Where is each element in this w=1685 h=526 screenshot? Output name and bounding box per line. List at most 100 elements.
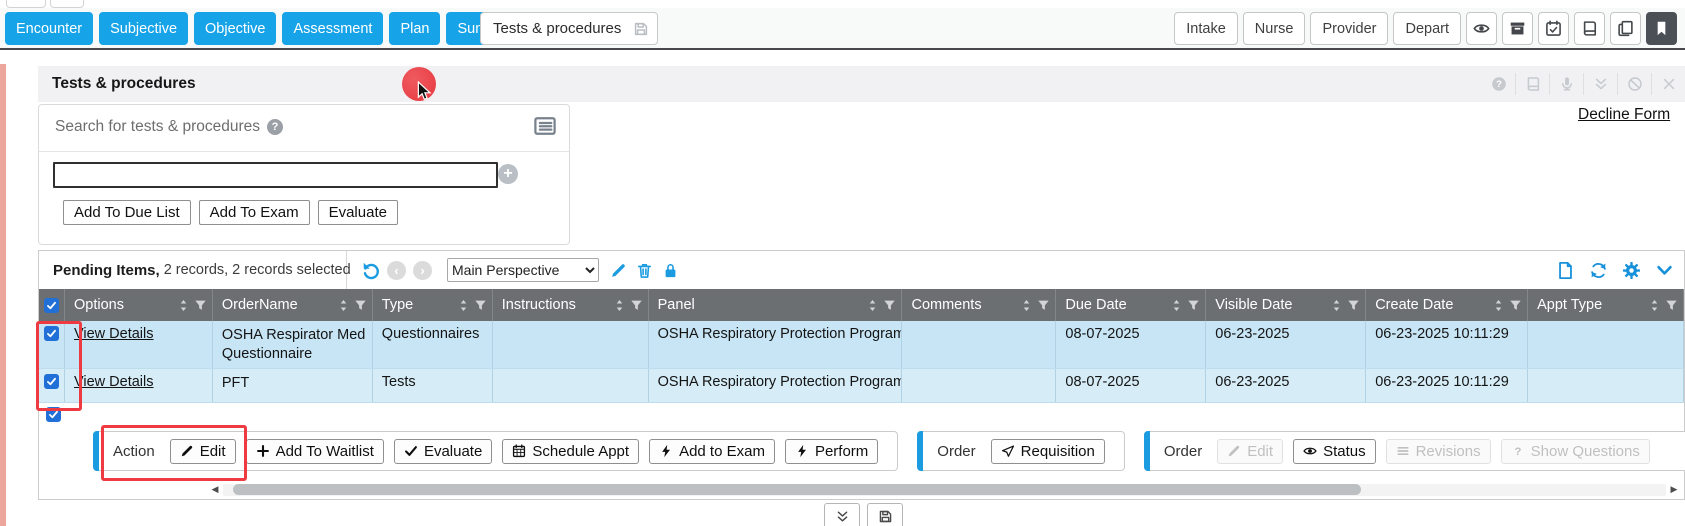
header-cell-type[interactable]: Type	[373, 289, 493, 321]
filter-icon[interactable]	[474, 299, 487, 312]
save-icon[interactable]	[633, 21, 649, 37]
view-details-link[interactable]: View Details	[74, 326, 154, 342]
stage-button-depart[interactable]: Depart	[1393, 12, 1461, 45]
add-to-exam-button[interactable]: Add To Exam	[199, 200, 310, 225]
filter-icon[interactable]	[1347, 299, 1360, 312]
edit-perspective-icon[interactable]	[610, 262, 627, 279]
gear-icon[interactable]	[1622, 261, 1641, 280]
close-icon[interactable]	[1651, 73, 1685, 95]
scrollbar-thumb[interactable]	[233, 484, 1361, 495]
nav-button-encounter[interactable]: Encounter	[5, 12, 93, 45]
save-bottom-button[interactable]	[867, 503, 903, 526]
active-form-tab[interactable]: Tests & procedures	[480, 12, 658, 45]
footer-select-checkbox[interactable]	[46, 407, 61, 422]
disable-icon[interactable]	[1617, 73, 1651, 95]
archive-box-button[interactable]	[1502, 12, 1533, 45]
perspective-select[interactable]: Main Perspective	[447, 258, 599, 282]
filter-icon[interactable]	[1509, 299, 1522, 312]
scroll-right-icon[interactable]: ▶	[1668, 484, 1680, 495]
nav-button-objective[interactable]: Objective	[194, 12, 276, 45]
header-cell-appt-type[interactable]: Appt Type	[1528, 289, 1684, 321]
stage-button-nurse[interactable]: Nurse	[1243, 12, 1306, 45]
status-button[interactable]: Status	[1293, 439, 1376, 464]
nav-button-assessment[interactable]: Assessment	[282, 12, 383, 45]
nav-button-plan[interactable]: Plan	[389, 12, 440, 45]
row-checkbox[interactable]	[44, 326, 59, 341]
eye-button[interactable]	[1466, 12, 1497, 45]
book-button[interactable]	[1574, 12, 1605, 45]
view-details-link[interactable]: View Details	[74, 374, 154, 390]
header-cell-comments[interactable]: Comments	[902, 289, 1056, 321]
calendar-check-button[interactable]	[1538, 12, 1569, 45]
add-icon[interactable]: +	[498, 164, 518, 184]
copy-button[interactable]	[1610, 12, 1641, 45]
filter-icon[interactable]	[194, 299, 207, 312]
sort-icon[interactable]	[177, 299, 190, 312]
collapse-chevron-icon[interactable]	[1655, 261, 1674, 280]
sort-icon[interactable]	[337, 299, 350, 312]
add-to-waitlist-button[interactable]: Add To Waitlist	[246, 439, 384, 464]
table-row[interactable]: View DetailsOSHA Respirator Med Question…	[39, 321, 1684, 369]
header-cell-visible-date[interactable]: Visible Date	[1206, 289, 1366, 321]
sort-icon[interactable]	[1020, 299, 1033, 312]
sort-icon[interactable]	[457, 299, 470, 312]
filter-icon[interactable]	[1665, 299, 1678, 312]
grid-summary-title: Pending Items,	[53, 262, 160, 279]
filter-icon[interactable]	[1037, 299, 1050, 312]
delete-perspective-icon[interactable]	[636, 262, 653, 279]
filter-icon[interactable]	[354, 299, 367, 312]
microphone-icon[interactable]	[1549, 73, 1583, 95]
table-row[interactable]: View DetailsPFTTestsOSHA Respiratory Pro…	[39, 369, 1684, 403]
header-cell-create-date[interactable]: Create Date	[1366, 289, 1528, 321]
add-to-due-list-button[interactable]: Add To Due List	[63, 200, 191, 225]
header-cell-options[interactable]: Options	[65, 289, 213, 321]
scrollbar-track[interactable]	[223, 484, 1666, 496]
select-all-checkbox[interactable]	[44, 298, 59, 313]
horizontal-scrollbar[interactable]: ◀ ▶	[209, 483, 1680, 496]
schedule-appt-button[interactable]: Schedule Appt	[502, 439, 639, 464]
bookmark-button[interactable]	[1646, 12, 1677, 45]
nav-button-subjective[interactable]: Subjective	[99, 12, 188, 45]
help-icon[interactable]: ?	[267, 119, 283, 135]
table-body: View DetailsOSHA Respirator Med Question…	[39, 321, 1684, 403]
help-icon[interactable]: ?	[1482, 73, 1515, 95]
add-to-exam-button[interactable]: Add to Exam	[649, 439, 775, 464]
evaluate-button[interactable]: Evaluate	[318, 200, 398, 225]
decline-form-link[interactable]: Decline Form	[1578, 106, 1670, 124]
sort-icon[interactable]	[1648, 299, 1661, 312]
stage-button-provider[interactable]: Provider	[1310, 12, 1388, 45]
undo-icon[interactable]	[360, 260, 380, 280]
stage-button-intake[interactable]: Intake	[1174, 12, 1238, 45]
header-cell-instructions[interactable]: Instructions	[493, 289, 649, 321]
evaluate-button[interactable]: Evaluate	[394, 439, 492, 464]
requisition-button[interactable]: Requisition	[991, 439, 1105, 464]
header-cell-panel[interactable]: Panel	[649, 289, 903, 321]
header-cell-ordername[interactable]: OrderName	[213, 289, 373, 321]
filter-icon[interactable]	[630, 299, 643, 312]
collapse-double-icon[interactable]	[1583, 73, 1617, 95]
cell-instructions	[493, 321, 649, 368]
sort-icon[interactable]	[1492, 299, 1505, 312]
sort-icon[interactable]	[1170, 299, 1183, 312]
cell-visible-date: 06-23-2025	[1206, 369, 1366, 402]
collapse-bottom-button[interactable]	[824, 503, 860, 526]
header-cell-due-date[interactable]: Due Date	[1056, 289, 1206, 321]
lock-icon[interactable]	[662, 262, 679, 279]
list-icon[interactable]	[533, 114, 557, 138]
column-label: Instructions	[502, 297, 576, 313]
sort-icon[interactable]	[613, 299, 626, 312]
filter-icon[interactable]	[1187, 299, 1200, 312]
filter-icon[interactable]	[883, 299, 896, 312]
row-checkbox[interactable]	[44, 374, 59, 389]
scroll-left-icon[interactable]: ◀	[209, 484, 221, 495]
refresh-icon[interactable]	[1589, 261, 1608, 280]
edit-button[interactable]: Edit	[170, 439, 236, 464]
previous-page-icon[interactable]: ‹	[387, 261, 406, 280]
search-input[interactable]	[53, 162, 498, 188]
new-document-icon[interactable]	[1556, 261, 1575, 280]
sort-icon[interactable]	[866, 299, 879, 312]
next-page-icon[interactable]: ›	[413, 261, 432, 280]
book-icon[interactable]	[1515, 73, 1549, 95]
sort-icon[interactable]	[1330, 299, 1343, 312]
perform-button[interactable]: Perform	[785, 439, 878, 464]
